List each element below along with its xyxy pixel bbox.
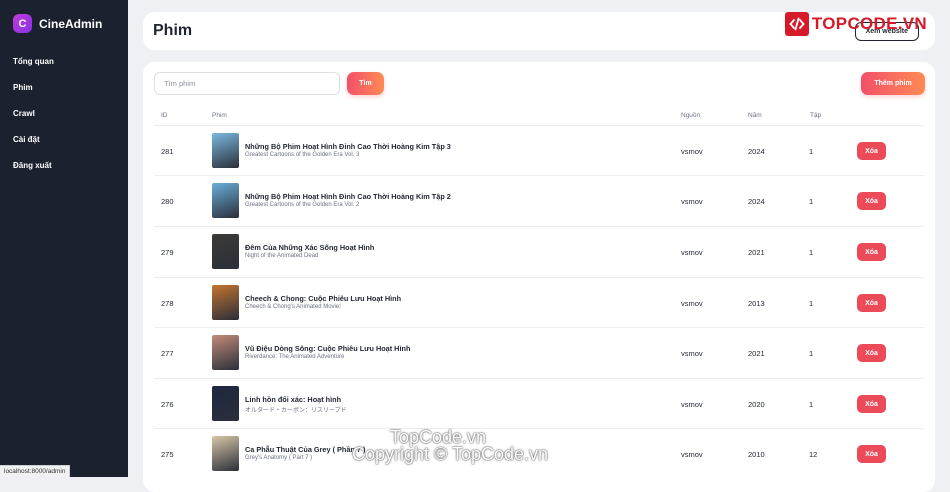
film-id: 275	[161, 449, 174, 459]
film-poster[interactable]	[212, 335, 239, 370]
film-source: vsmov	[681, 348, 703, 358]
film-year: 2024	[748, 196, 765, 206]
sidebar-item-crawl[interactable]: Crawl	[13, 109, 115, 118]
film-id: 277	[161, 348, 174, 358]
film-poster[interactable]	[212, 183, 239, 218]
film-info: Những Bộ Phim Hoạt Hình Đỉnh Cao Thời Ho…	[245, 192, 451, 208]
film-poster[interactable]	[212, 234, 239, 269]
film-original-title: Greatest Cartoons of the Golden Era Vol.…	[245, 152, 360, 158]
film-title[interactable]: Linh hồn đổi xác: Hoạt hình	[245, 395, 347, 404]
film-id: 280	[161, 196, 174, 206]
film-source: vsmov	[681, 247, 703, 257]
film-title[interactable]: Vũ Điệu Dòng Sông: Cuộc Phiêu Lưu Hoạt H…	[245, 344, 410, 353]
sidebar-item-overview[interactable]: Tổng quan	[13, 57, 115, 66]
film-episodes: 12	[809, 449, 818, 459]
film-year: 2024	[748, 146, 765, 156]
table-row: 276 Linh hồn đổi xác: Hoạt hình オルタード・カー…	[154, 378, 924, 429]
film-id: 281	[161, 146, 174, 156]
sidebar-item-films[interactable]: Phim	[13, 83, 115, 92]
status-bar-url: localhost:8000/admin	[0, 465, 71, 477]
add-film-button[interactable]: Thêm phim	[861, 72, 925, 95]
delete-button[interactable]: Xóa	[857, 344, 886, 362]
search-input[interactable]	[154, 72, 340, 95]
column-header-film: Phim	[212, 112, 227, 119]
code-icon	[784, 12, 809, 36]
films-card: Tìm Thêm phim ID Phim Nguồn Năm Tập 281 …	[143, 62, 935, 492]
film-id: 276	[161, 399, 174, 409]
sidebar-item-logout[interactable]: Đăng xuất	[13, 161, 115, 170]
film-episodes: 1	[809, 247, 814, 257]
table-row: 279 Đêm Của Những Xác Sống Hoạt Hình Nig…	[154, 226, 924, 277]
film-original-title: Cheech & Chong's Animated Movie!	[245, 304, 341, 310]
table-row: 278 Cheech & Chong: Cuộc Phiêu Lưu Hoạt …	[154, 277, 924, 328]
film-source: vsmov	[681, 449, 703, 459]
sidebar-nav: Tổng quan Phim Crawl Cài đặt Đăng xuất	[13, 57, 115, 170]
film-source: vsmov	[681, 196, 703, 206]
column-header-source: Nguồn	[681, 112, 701, 119]
film-info: Vũ Điệu Dòng Sông: Cuộc Phiêu Lưu Hoạt H…	[245, 344, 410, 360]
delete-button[interactable]: Xóa	[857, 192, 886, 210]
film-episodes: 1	[809, 146, 814, 156]
film-episodes: 1	[809, 196, 814, 206]
column-header-id: ID	[161, 112, 168, 119]
film-title[interactable]: Những Bộ Phim Hoạt Hình Đỉnh Cao Thời Ho…	[245, 142, 451, 151]
film-original-title: Riverdance: The Animated Adventure	[245, 354, 345, 360]
brand-logo-icon: C	[13, 14, 32, 33]
film-episodes: 1	[809, 399, 814, 409]
table-row: 277 Vũ Điệu Dòng Sông: Cuộc Phiêu Lưu Ho…	[154, 327, 924, 378]
brand[interactable]: C CineAdmin	[13, 14, 115, 33]
film-year: 2020	[748, 399, 765, 409]
film-title[interactable]: Cheech & Chong: Cuộc Phiêu Lưu Hoạt Hình	[245, 294, 401, 303]
delete-button[interactable]: Xóa	[857, 243, 886, 261]
film-id: 279	[161, 247, 174, 257]
column-header-year: Năm	[748, 112, 762, 119]
film-episodes: 1	[809, 348, 814, 358]
watermark-copyright: Copyright © TopCode.vn	[352, 444, 549, 464]
film-id: 278	[161, 298, 174, 308]
film-info: Những Bộ Phim Hoạt Hình Đỉnh Cao Thời Ho…	[245, 142, 451, 158]
film-year: 2013	[748, 298, 765, 308]
film-source: vsmov	[681, 399, 703, 409]
watermark-logo: TOPCODE.VN	[784, 12, 927, 36]
film-episodes: 1	[809, 298, 814, 308]
table-row: 280 Những Bộ Phim Hoạt Hình Đỉnh Cao Thờ…	[154, 175, 924, 226]
search-button[interactable]: Tìm	[347, 72, 384, 95]
film-title[interactable]: Ca Phẫu Thuật Của Grey ( Phần 7 )	[245, 445, 365, 454]
film-source: vsmov	[681, 146, 703, 156]
film-title[interactable]: Những Bộ Phim Hoạt Hình Đỉnh Cao Thời Ho…	[245, 192, 451, 201]
sidebar: C CineAdmin Tổng quan Phim Crawl Cài đặt…	[0, 0, 128, 477]
film-poster[interactable]	[212, 285, 239, 320]
delete-button[interactable]: Xóa	[857, 294, 886, 312]
brand-name: CineAdmin	[39, 16, 103, 31]
film-original-title: Grey's Anatomy ( Part 7 )	[245, 455, 313, 461]
table-row: 281 Những Bộ Phim Hoạt Hình Đỉnh Cao Thờ…	[154, 125, 924, 176]
film-poster[interactable]	[212, 436, 239, 471]
film-year: 2021	[748, 247, 765, 257]
film-poster[interactable]	[212, 133, 239, 168]
film-info: Ca Phẫu Thuật Của Grey ( Phần 7 ) Grey's…	[245, 445, 365, 461]
film-original-title: Greatest Cartoons of the Golden Era Vol.…	[245, 202, 360, 208]
watermark-logo-text: TOPCODE.VN	[811, 14, 927, 33]
delete-button[interactable]: Xóa	[857, 395, 886, 413]
film-title[interactable]: Đêm Của Những Xác Sống Hoạt Hình	[245, 243, 374, 252]
page-title: Phim	[153, 22, 193, 39]
film-info: Đêm Của Những Xác Sống Hoạt Hình Night o…	[245, 243, 374, 259]
film-info: Cheech & Chong: Cuộc Phiêu Lưu Hoạt Hình…	[245, 294, 401, 310]
film-original-title: Night of the Animated Dead	[245, 253, 319, 259]
sidebar-item-settings[interactable]: Cài đặt	[13, 135, 115, 144]
film-poster[interactable]	[212, 386, 239, 421]
film-year: 2010	[748, 449, 765, 459]
film-info: Linh hồn đổi xác: Hoạt hình オルタード・カーボン：リ…	[245, 395, 347, 414]
film-original-title: オルタード・カーボン：リスリーブド	[245, 408, 347, 414]
film-year: 2021	[748, 348, 765, 358]
film-source: vsmov	[681, 298, 703, 308]
delete-button[interactable]: Xóa	[857, 445, 886, 463]
column-header-episodes: Tập	[810, 112, 822, 119]
delete-button[interactable]: Xóa	[857, 142, 886, 160]
